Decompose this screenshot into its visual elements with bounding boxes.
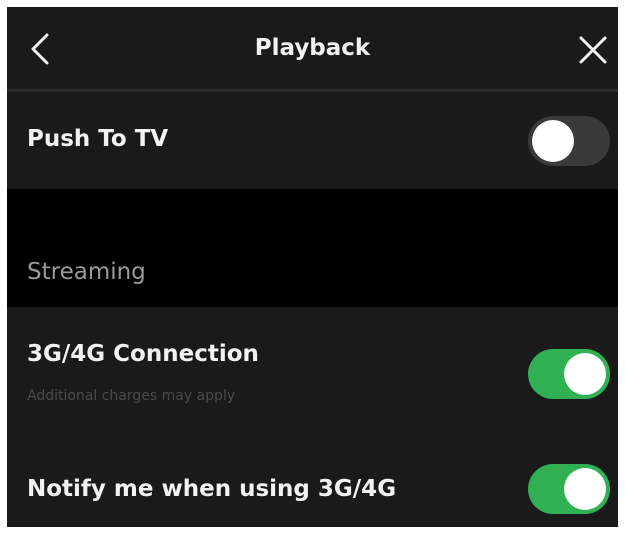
push-to-tv-toggle[interactable] xyxy=(528,116,610,166)
push-to-tv-label: Push To TV xyxy=(27,126,169,152)
streaming-section-header: Streaming xyxy=(7,189,618,307)
streaming-settings-group: 3G/4G Connection Additional charges may … xyxy=(7,307,618,527)
connection-label: 3G/4G Connection xyxy=(27,341,259,367)
close-icon[interactable] xyxy=(578,35,608,65)
header-bar: Playback xyxy=(7,7,618,92)
notify-label: Notify me when using 3G/4G xyxy=(27,476,397,502)
page-title: Playback xyxy=(254,35,371,61)
playback-settings-screen: Playback Push To TV Streaming 3G/4G Conn… xyxy=(7,7,618,527)
notify-toggle[interactable] xyxy=(528,464,610,514)
section-label-streaming: Streaming xyxy=(27,259,146,285)
connection-sublabel: Additional charges may apply xyxy=(27,388,236,404)
push-to-tv-row: Push To TV xyxy=(7,92,618,189)
toggle-knob xyxy=(532,120,574,162)
toggle-knob xyxy=(564,468,606,510)
toggle-knob xyxy=(564,353,606,395)
connection-toggle[interactable] xyxy=(528,349,610,399)
